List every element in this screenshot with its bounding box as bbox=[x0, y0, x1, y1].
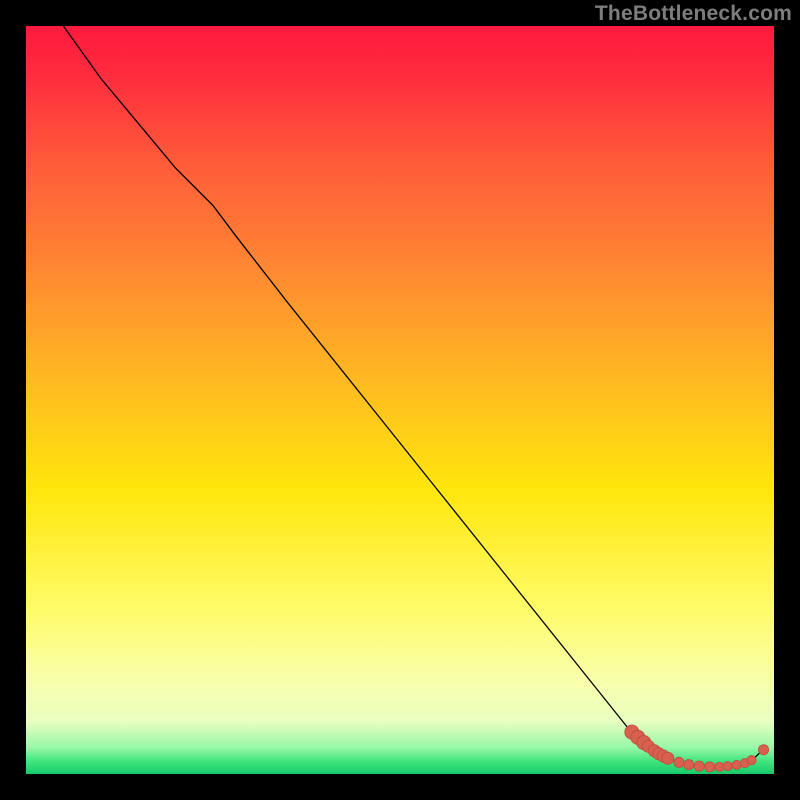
data-point bbox=[715, 762, 724, 771]
data-point bbox=[758, 745, 768, 755]
chart-stage: TheBottleneck.com bbox=[0, 0, 800, 800]
data-point bbox=[747, 756, 756, 765]
watermark-text: TheBottleneck.com bbox=[595, 2, 792, 26]
data-point bbox=[684, 760, 694, 770]
data-point bbox=[705, 762, 715, 772]
data-point bbox=[732, 760, 741, 769]
data-point bbox=[694, 761, 704, 771]
data-point bbox=[662, 752, 674, 764]
data-point bbox=[723, 762, 732, 771]
gradient-bg bbox=[26, 26, 774, 774]
data-point bbox=[674, 757, 684, 767]
bottleneck-chart bbox=[26, 26, 774, 774]
